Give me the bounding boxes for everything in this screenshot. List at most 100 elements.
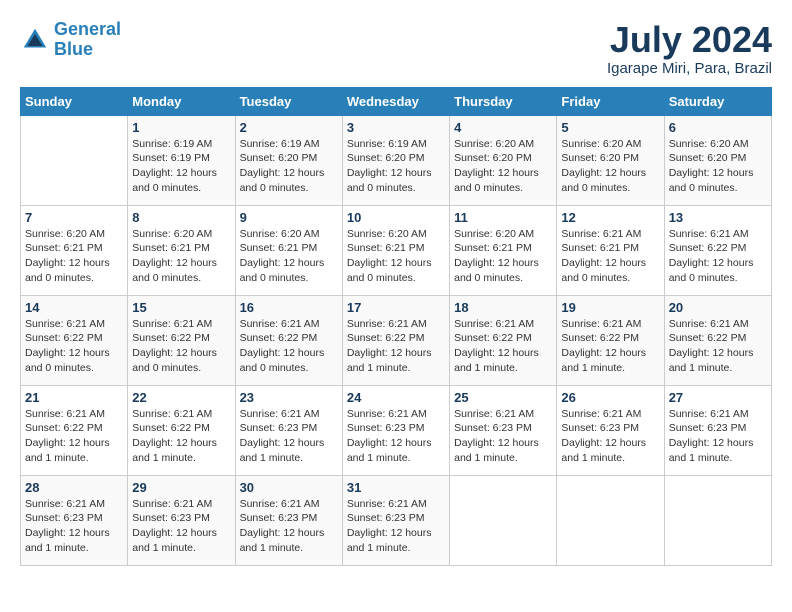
day-number: 6 [669,120,767,135]
weekday-header: Friday [557,87,664,115]
logo-icon [20,25,50,55]
day-info: Sunrise: 6:20 AMSunset: 6:20 PMDaylight:… [561,137,659,196]
calendar-cell: 26 Sunrise: 6:21 AMSunset: 6:23 PMDayligh… [557,385,664,475]
day-number: 2 [240,120,338,135]
day-info: Sunrise: 6:19 AMSunset: 6:20 PMDaylight:… [240,137,338,196]
day-number: 4 [454,120,552,135]
calendar-cell: 13 Sunrise: 6:21 AMSunset: 6:22 PMDayligh… [664,205,771,295]
calendar-cell: 15 Sunrise: 6:21 AMSunset: 6:22 PMDayligh… [128,295,235,385]
location: Igarape Miri, Para, Brazil [607,60,772,77]
day-number: 14 [25,300,123,315]
weekday-header: Monday [128,87,235,115]
calendar-cell [557,475,664,565]
day-info: Sunrise: 6:21 AMSunset: 6:22 PMDaylight:… [25,317,123,376]
calendar-cell: 4 Sunrise: 6:20 AMSunset: 6:20 PMDaylight… [450,115,557,205]
day-number: 31 [347,480,445,495]
title-block: July 2024 Igarape Miri, Para, Brazil [607,20,772,77]
calendar-cell: 19 Sunrise: 6:21 AMSunset: 6:22 PMDayligh… [557,295,664,385]
calendar-week-row: 1Sunrise: 6:19 AMSunset: 6:19 PMDaylight… [21,115,772,205]
calendar-cell: 12Sunrise: 6:21 AMSunset: 6:21 PMDayligh… [557,205,664,295]
day-number: 10 [347,210,445,225]
calendar-cell [450,475,557,565]
calendar-cell: 6 Sunrise: 6:20 AMSunset: 6:20 PMDaylight… [664,115,771,205]
calendar-cell: 3 Sunrise: 6:19 AMSunset: 6:20 PMDaylight… [342,115,449,205]
weekday-header: Thursday [450,87,557,115]
day-info: Sunrise: 6:21 AMSunset: 6:23 PMDaylight:… [561,407,659,466]
calendar-cell: 10 Sunrise: 6:20 AMSunset: 6:21 PMDayligh… [342,205,449,295]
day-info: Sunrise: 6:21 AMSunset: 6:22 PMDaylight:… [132,317,230,376]
calendar-cell: 7 Sunrise: 6:20 AMSunset: 6:21 PMDaylight… [21,205,128,295]
day-number: 20 [669,300,767,315]
calendar-week-row: 21Sunrise: 6:21 AMSunset: 6:22 PMDayligh… [21,385,772,475]
calendar-cell: 25 Sunrise: 6:21 AMSunset: 6:23 PMDayligh… [450,385,557,475]
day-number: 18 [454,300,552,315]
day-info: Sunrise: 6:21 AMSunset: 6:22 PMDaylight:… [669,227,767,286]
day-number: 9 [240,210,338,225]
calendar-week-row: 7 Sunrise: 6:20 AMSunset: 6:21 PMDaylight… [21,205,772,295]
day-info: Sunrise: 6:20 AMSunset: 6:21 PMDaylight:… [347,227,445,286]
calendar-cell: 9Sunrise: 6:20 AMSunset: 6:21 PMDaylight… [235,205,342,295]
day-info: Sunrise: 6:21 AMSunset: 6:23 PMDaylight:… [240,497,338,556]
calendar-cell: 27 Sunrise: 6:21 AMSunset: 6:23 PMDayligh… [664,385,771,475]
day-info: Sunrise: 6:20 AMSunset: 6:20 PMDaylight:… [454,137,552,196]
day-info: Sunrise: 6:21 AMSunset: 6:22 PMDaylight:… [347,317,445,376]
weekday-header: Sunday [21,87,128,115]
day-number: 13 [669,210,767,225]
day-number: 23 [240,390,338,405]
day-number: 29 [132,480,230,495]
day-number: 3 [347,120,445,135]
page-header: General Blue July 2024 Igarape Miri, Par… [20,20,772,77]
day-info: Sunrise: 6:19 AMSunset: 6:20 PMDaylight:… [347,137,445,196]
day-info: Sunrise: 6:21 AMSunset: 6:22 PMDaylight:… [240,317,338,376]
day-info: Sunrise: 6:20 AMSunset: 6:21 PMDaylight:… [25,227,123,286]
calendar-cell: 18Sunrise: 6:21 AMSunset: 6:22 PMDayligh… [450,295,557,385]
day-info: Sunrise: 6:21 AMSunset: 6:21 PMDaylight:… [561,227,659,286]
weekday-header: Saturday [664,87,771,115]
day-number: 15 [132,300,230,315]
day-info: Sunrise: 6:21 AMSunset: 6:23 PMDaylight:… [347,497,445,556]
calendar-cell: 21Sunrise: 6:21 AMSunset: 6:22 PMDayligh… [21,385,128,475]
day-number: 19 [561,300,659,315]
day-info: Sunrise: 6:21 AMSunset: 6:23 PMDaylight:… [454,407,552,466]
day-info: Sunrise: 6:20 AMSunset: 6:21 PMDaylight:… [132,227,230,286]
day-number: 30 [240,480,338,495]
weekday-header: Wednesday [342,87,449,115]
logo-text: General Blue [54,20,121,60]
calendar-table: SundayMondayTuesdayWednesdayThursdayFrid… [20,87,772,566]
calendar-week-row: 28 Sunrise: 6:21 AMSunset: 6:23 PMDayligh… [21,475,772,565]
calendar-cell: 28Sunrise: 6:21 AMSunset: 6:23 PMDayligh… [21,475,128,565]
day-number: 5 [561,120,659,135]
day-number: 7 [25,210,123,225]
calendar-cell: 2 Sunrise: 6:19 AMSunset: 6:20 PMDaylight… [235,115,342,205]
calendar-cell: 22Sunrise: 6:21 AMSunset: 6:22 PMDayligh… [128,385,235,475]
day-info: Sunrise: 6:21 AMSunset: 6:22 PMDaylight:… [561,317,659,376]
calendar-cell: 16 Sunrise: 6:21 AMSunset: 6:22 PMDayligh… [235,295,342,385]
day-info: Sunrise: 6:21 AMSunset: 6:23 PMDaylight:… [240,407,338,466]
logo: General Blue [20,20,121,60]
day-number: 25 [454,390,552,405]
day-number: 27 [669,390,767,405]
calendar-cell: 24 Sunrise: 6:21 AMSunset: 6:23 PMDayligh… [342,385,449,475]
day-info: Sunrise: 6:21 AMSunset: 6:23 PMDaylight:… [347,407,445,466]
day-number: 17 [347,300,445,315]
day-info: Sunrise: 6:21 AMSunset: 6:23 PMDaylight:… [669,407,767,466]
calendar-cell: 20 Sunrise: 6:21 AMSunset: 6:22 PMDayligh… [664,295,771,385]
day-info: Sunrise: 6:21 AMSunset: 6:22 PMDaylight:… [669,317,767,376]
day-info: Sunrise: 6:21 AMSunset: 6:23 PMDaylight:… [132,497,230,556]
calendar-cell: 5 Sunrise: 6:20 AMSunset: 6:20 PMDaylight… [557,115,664,205]
calendar-cell: 8Sunrise: 6:20 AMSunset: 6:21 PMDaylight… [128,205,235,295]
day-info: Sunrise: 6:21 AMSunset: 6:22 PMDaylight:… [25,407,123,466]
day-number: 24 [347,390,445,405]
month-title: July 2024 [607,20,772,60]
day-info: Sunrise: 6:20 AMSunset: 6:20 PMDaylight:… [669,137,767,196]
day-info: Sunrise: 6:21 AMSunset: 6:22 PMDaylight:… [132,407,230,466]
calendar-cell [664,475,771,565]
weekday-header: Tuesday [235,87,342,115]
day-info: Sunrise: 6:20 AMSunset: 6:21 PMDaylight:… [454,227,552,286]
calendar-cell: 17 Sunrise: 6:21 AMSunset: 6:22 PMDayligh… [342,295,449,385]
calendar-cell: 30 Sunrise: 6:21 AMSunset: 6:23 PMDayligh… [235,475,342,565]
day-number: 26 [561,390,659,405]
day-number: 16 [240,300,338,315]
calendar-cell [21,115,128,205]
day-number: 28 [25,480,123,495]
